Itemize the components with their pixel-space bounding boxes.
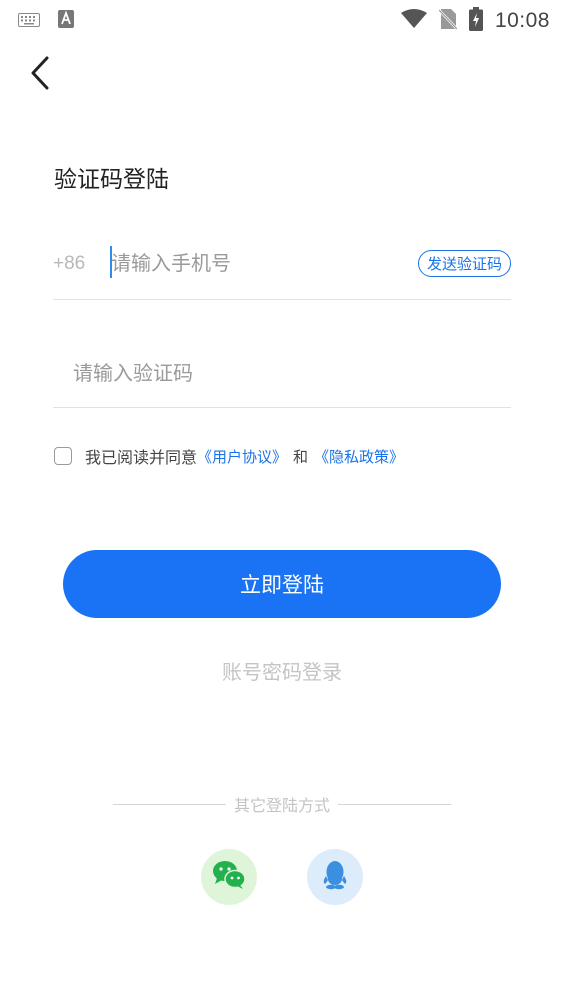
- status-left: [18, 10, 74, 32]
- divider-line-left: [113, 803, 226, 805]
- privacy-policy-link[interactable]: 《隐私政策》: [314, 446, 404, 467]
- wechat-icon: [212, 860, 246, 894]
- qq-icon: [322, 860, 348, 894]
- other-login-divider: 其它登陆方式: [113, 792, 452, 816]
- agreement-row: 我已阅读并同意 《用户协议》 和 《隐私政策》: [54, 444, 404, 468]
- code-input[interactable]: [73, 354, 473, 392]
- qq-login-button[interactable]: [307, 849, 363, 905]
- wechat-login-button[interactable]: [201, 849, 257, 905]
- phone-input[interactable]: [111, 244, 381, 282]
- input-method-icon: [58, 10, 74, 32]
- status-time: 10:08: [494, 9, 550, 32]
- agreement-prefix: 我已阅读并同意: [85, 448, 198, 467]
- code-field-row: [53, 344, 511, 408]
- no-sim-icon: [438, 8, 458, 34]
- status-bar: 10:08: [0, 0, 564, 38]
- other-login-label: 其它登陆方式: [234, 796, 331, 815]
- wifi-icon: [400, 9, 427, 33]
- status-right: 10:08: [400, 7, 550, 35]
- phone-field-row: +86 发送验证码: [53, 236, 511, 300]
- agree-checkbox[interactable]: [54, 447, 72, 465]
- battery-charging-icon: [468, 7, 483, 35]
- page-title: 验证码登陆: [54, 167, 169, 193]
- divider-line-right: [338, 803, 452, 805]
- password-login-link[interactable]: 账号密码登录: [0, 656, 564, 685]
- country-code: +86: [53, 253, 86, 274]
- send-code-button[interactable]: 发送验证码: [417, 250, 511, 277]
- back-button[interactable]: [22, 56, 58, 94]
- login-button[interactable]: 立即登陆: [63, 550, 501, 618]
- chevron-left-icon: [30, 56, 50, 94]
- keyboard-icon: [18, 12, 40, 31]
- user-agreement-link[interactable]: 《用户协议》: [197, 446, 287, 467]
- agreement-and: 和: [293, 447, 309, 466]
